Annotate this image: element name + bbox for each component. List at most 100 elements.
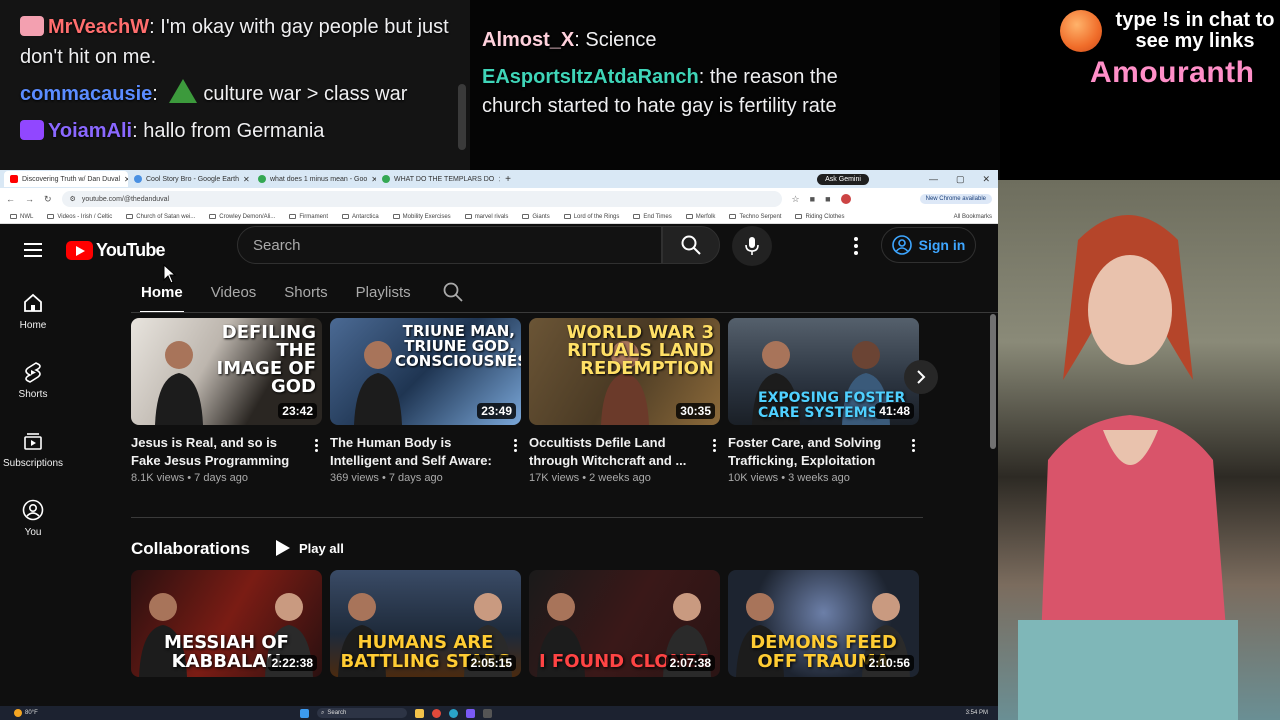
video-title[interactable]: Occultists Defile Land through Witchcraf… [529,434,720,470]
back-icon[interactable]: ← [6,194,15,204]
tab-strip: Discovering Truth w/ Dan Duval ✕ Cool St… [0,170,998,188]
sidebar-item-home[interactable]: Home [0,284,66,353]
video-card[interactable]: MESSIAH OF KABBALAH 2:22:38 [131,570,322,677]
bookmark-item[interactable]: End Times [633,213,672,220]
more-actions-icon[interactable] [710,439,718,452]
video-meta: 17K views • 2 weeks ago [529,472,651,484]
edge-icon[interactable] [449,708,458,718]
browser-tab[interactable]: WHAT DO THE TEMPLARS DO ✕ [376,171,500,187]
tab-title: Discovering Truth w/ Dan Duval [22,175,121,183]
profile-avatar-icon[interactable] [840,194,851,204]
chrome-icon[interactable] [432,708,441,718]
video-thumbnail[interactable]: DEMONS FEED OFF TRAUMA 2:10:56 [728,570,919,677]
app-icon[interactable] [483,708,492,718]
video-card[interactable]: TRIUNE MAN, TRIUNE GOD, CONSCIOUSNESS 23… [330,318,521,484]
close-icon[interactable]: ✕ [243,175,250,184]
page-scrollbar[interactable] [990,314,996,449]
browser-tab[interactable]: Discovering Truth w/ Dan Duval ✕ [4,171,128,187]
chat-message: EAsportsItzAtdaRanch: the reason the chu… [482,66,838,117]
browser-tab[interactable]: what does 1 minus mean - Goo ✕ [252,171,376,187]
bookmark-item[interactable]: Merfolk [685,213,715,220]
tab-videos[interactable]: Videos [211,284,257,301]
video-thumbnail[interactable]: HUMANS ARE BATTLING STARS 2:05:15 [330,570,521,677]
video-card[interactable]: EXPOSING FOSTER CARE SYSTEMS 41:48 Foste… [728,318,919,484]
search-input[interactable]: Search [237,226,662,264]
search-button[interactable] [662,226,720,264]
video-thumbnail[interactable]: TRIUNE MAN, TRIUNE GOD, CONSCIOUSNESS 23… [330,318,521,425]
video-thumbnail[interactable]: I FOUND CLONES 2:07:38 [529,570,720,677]
bookmark-item[interactable]: Firmament [289,213,328,220]
video-card[interactable]: HUMANS ARE BATTLING STARS 2:05:15 [330,570,521,677]
bookmark-item[interactable]: Riding Clothes [795,213,845,220]
bookmark-item[interactable]: Antarctica [341,213,379,220]
forward-icon[interactable]: → [25,194,34,204]
sign-in-button[interactable]: Sign in [881,227,976,263]
reload-icon[interactable]: ↻ [44,194,52,205]
maximize-icon[interactable]: ▢ [956,174,965,185]
site-info-icon[interactable]: ⚙ [70,195,76,203]
sidebar-item-you[interactable]: You [0,491,66,560]
close-window-icon[interactable]: ✕ [982,174,990,185]
video-meta: 8.1K views • 7 days ago [131,472,248,484]
voice-search-button[interactable] [732,226,772,266]
bookmark-item[interactable]: Videos - Irish / Celtic [47,213,112,220]
video-thumbnail[interactable]: WORLD WAR 3 RITUALS LAND REDEMPTION 30:3… [529,318,720,425]
update-chrome-button[interactable]: New Chrome available [919,194,992,204]
more-actions-icon[interactable] [312,439,320,452]
duration-badge: 2:05:15 [466,655,516,671]
play-all-button[interactable]: Play all [275,539,344,557]
video-card[interactable]: WORLD WAR 3 RITUALS LAND REDEMPTION 30:3… [529,318,720,484]
shelf-next-button[interactable] [904,360,938,394]
youtube-play-icon [66,241,93,260]
more-actions-icon[interactable] [511,439,519,452]
play-all-label: Play all [299,540,344,556]
new-tab-button[interactable]: + [500,174,516,185]
video-title[interactable]: Foster Care, and Solving Trafficking, Ex… [728,434,919,470]
tab-playlists[interactable]: Playlists [356,284,411,301]
ask-gemini-button[interactable]: Ask Gemini [817,173,869,185]
more-actions-icon[interactable] [909,439,917,452]
video-card[interactable]: DEFILING THE IMAGE OF GOD 23:42 Jesus is… [131,318,322,484]
tab-home[interactable]: Home [140,284,184,313]
app-icon[interactable] [466,708,475,718]
windows-start-icon[interactable] [300,708,309,718]
sidebar-item-subscriptions[interactable]: Subscriptions [0,422,66,491]
bookmark-item[interactable]: NWL [10,213,33,220]
video-title[interactable]: Jesus is Real, and so is Fake Jesus Prog… [131,434,322,470]
video-thumbnail[interactable]: MESSIAH OF KABBALAH 2:22:38 [131,570,322,677]
bookmark-star-icon[interactable]: ☆ [792,194,800,205]
address-bar[interactable]: ⚙ youtube.com/@thedanduval [61,191,782,207]
video-card[interactable]: DEMONS FEED OFF TRAUMA 2:10:56 [728,570,919,677]
extension-icon[interactable]: ■ [825,194,830,204]
video-title[interactable]: The Human Body is Intelligent and Self A… [330,434,521,470]
bookmark-item[interactable]: Church of Satan wei... [126,213,195,220]
menu-icon[interactable] [24,243,42,257]
all-bookmarks[interactable]: All Bookmarks [954,214,992,220]
section-divider [131,517,923,518]
chevron-right-icon [917,370,926,384]
extension-icon[interactable]: ■ [810,194,815,204]
taskbar-search[interactable]: ⌕ Search [317,708,407,718]
sidebar-item-shorts[interactable]: Shorts [0,353,66,422]
browser-tab[interactable]: Cool Story Bro - Google Earth ✕ [128,171,252,187]
bookmark-item[interactable]: Lord of the Rings [563,213,619,220]
url-text: youtube.com/@thedanduval [81,195,170,203]
youtube-logo[interactable]: YouTube [66,240,166,261]
bookmark-item[interactable]: Mobility Exercises [392,213,451,220]
bookmark-item[interactable]: Techno Serpent [729,213,781,220]
video-card[interactable]: I FOUND CLONES 2:07:38 [529,570,720,677]
bookmark-item[interactable]: marvel rivals [464,213,508,220]
google-earth-favicon-icon [134,175,142,183]
chat-scrollbar[interactable] [458,84,466,150]
minimize-icon[interactable]: — [929,174,938,185]
video-thumbnail[interactable]: DEFILING THE IMAGE OF GOD 23:42 [131,318,322,425]
settings-menu-icon[interactable] [848,234,864,258]
video-thumbnail[interactable]: EXPOSING FOSTER CARE SYSTEMS 41:48 [728,318,919,425]
section-title[interactable]: Collaborations [131,539,250,559]
tab-shorts[interactable]: Shorts [284,284,327,301]
bookmark-item[interactable]: Giants [522,213,550,220]
weather-widget[interactable]: 80°F [14,709,38,717]
channel-search-icon[interactable] [443,282,463,302]
file-explorer-icon[interactable] [415,708,424,718]
bookmark-item[interactable]: Crowley Demon/Ali... [209,213,275,220]
